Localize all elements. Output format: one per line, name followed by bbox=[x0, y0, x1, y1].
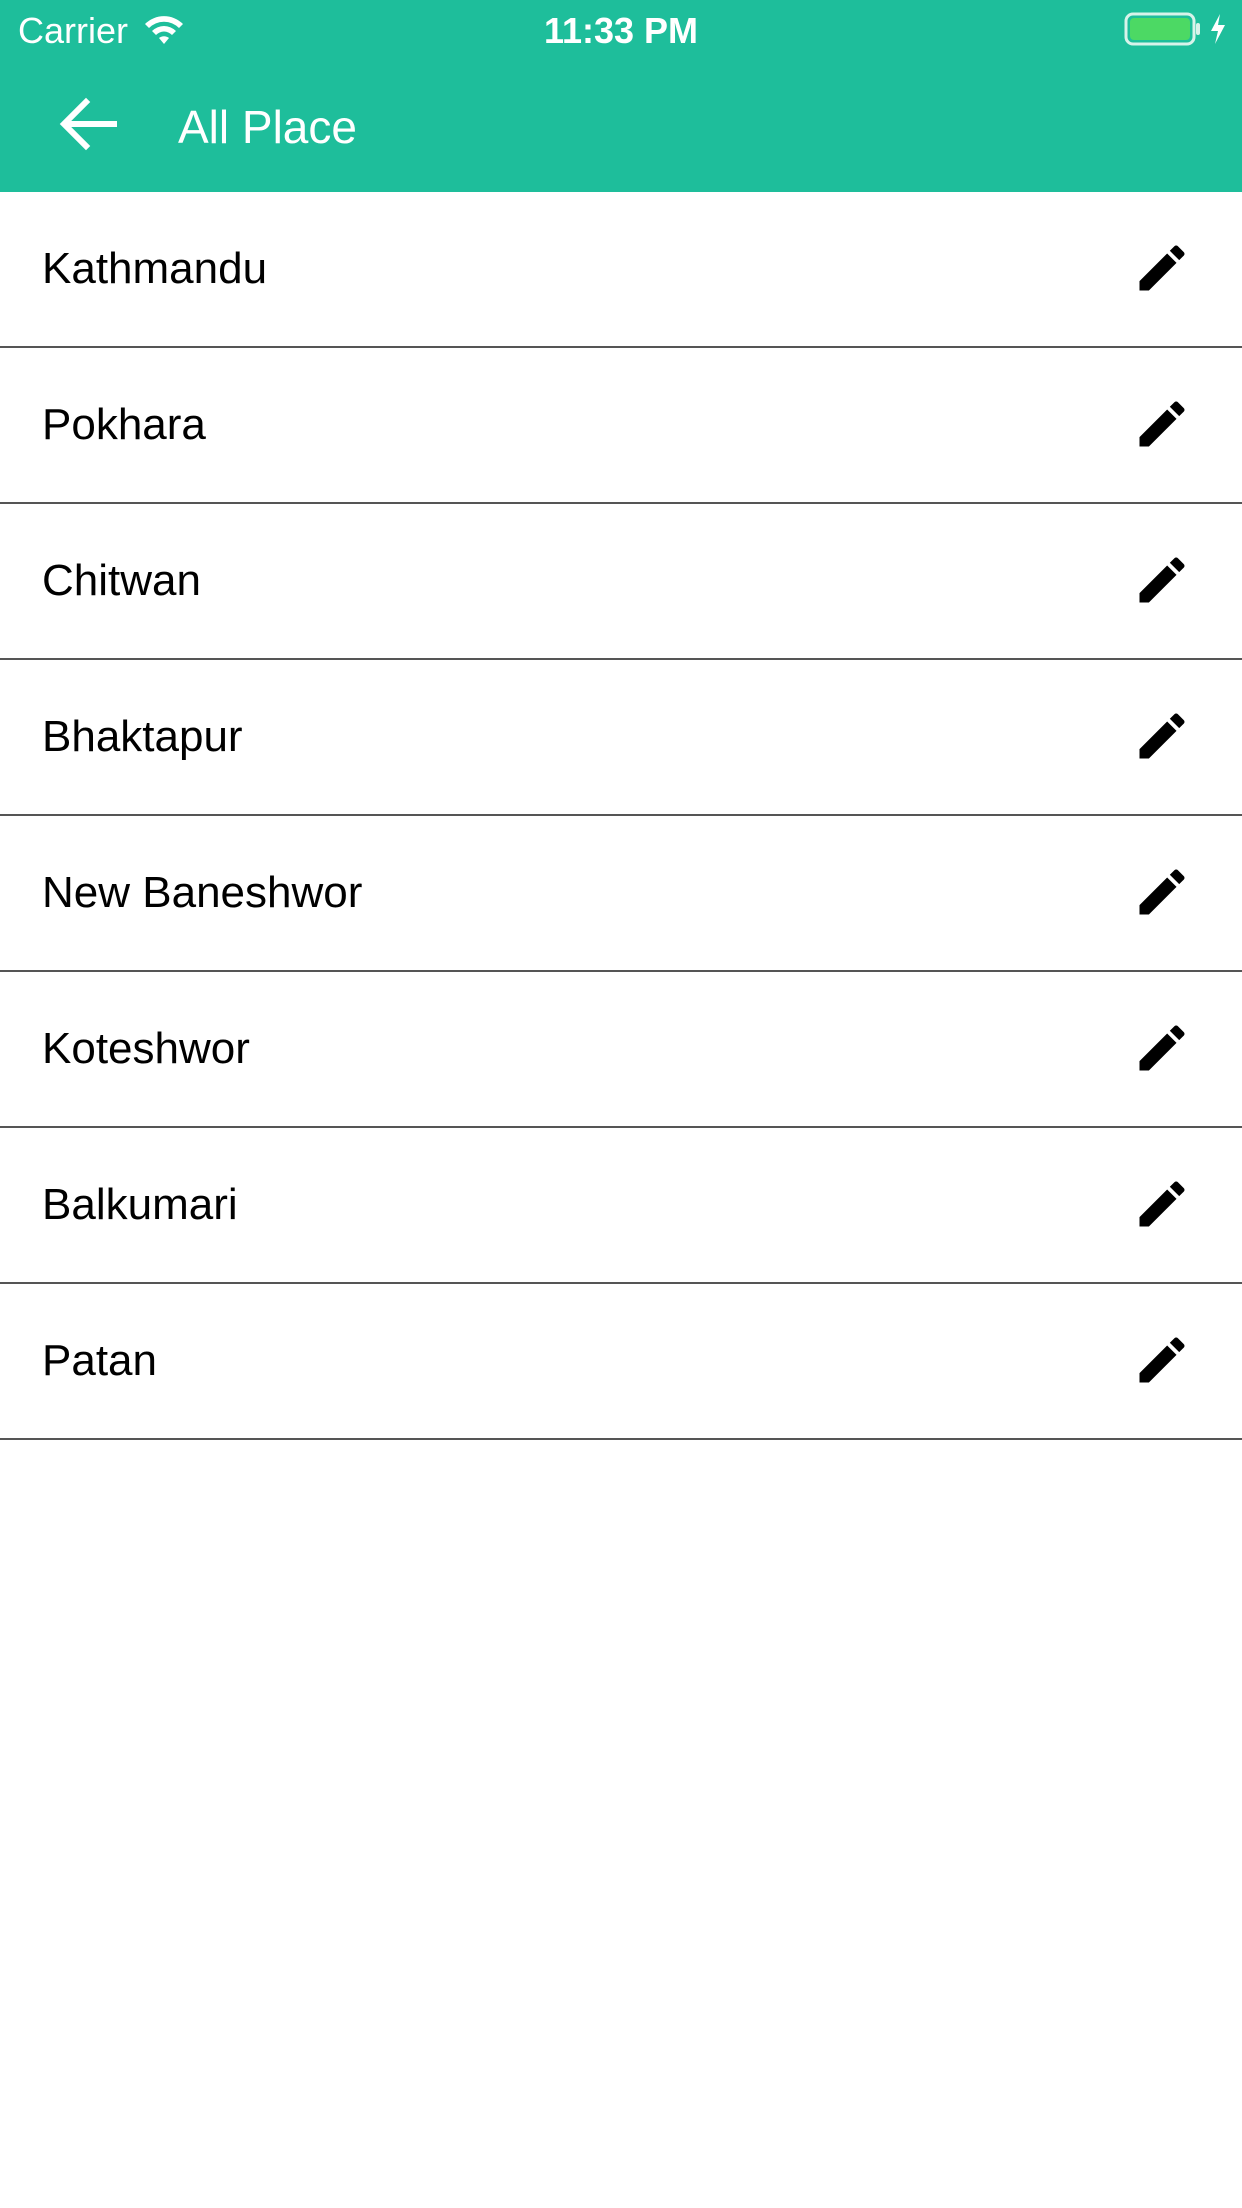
page-title: All Place bbox=[178, 101, 357, 153]
edit-pencil-icon bbox=[1132, 238, 1192, 303]
list-item-patan[interactable]: Patan bbox=[0, 1284, 1242, 1440]
app-bar: All Place bbox=[0, 62, 1242, 192]
edit-pencil-icon bbox=[1132, 394, 1192, 459]
edit-pencil-icon bbox=[1132, 1174, 1192, 1239]
battery-icon bbox=[1124, 12, 1204, 51]
place-name: Pokhara bbox=[42, 400, 206, 449]
list-item-pokhara[interactable]: Pokhara bbox=[0, 348, 1242, 504]
charging-bolt-icon bbox=[1208, 12, 1228, 51]
edit-pencil-icon bbox=[1132, 706, 1192, 771]
edit-pencil-icon bbox=[1132, 1330, 1192, 1395]
place-name: Patan bbox=[42, 1336, 157, 1385]
place-name: Bhaktapur bbox=[42, 712, 243, 761]
edit-button[interactable] bbox=[1122, 856, 1202, 932]
back-button[interactable] bbox=[40, 86, 136, 166]
edit-pencil-icon bbox=[1132, 862, 1192, 927]
list-item-chitwan[interactable]: Chitwan bbox=[0, 504, 1242, 660]
place-name: Balkumari bbox=[42, 1180, 238, 1229]
list-item-koteshwor[interactable]: Koteshwor bbox=[0, 972, 1242, 1128]
place-list: Kathmandu Pokhara Chitwan Bhaktapur New … bbox=[0, 192, 1242, 1440]
place-name: Chitwan bbox=[42, 556, 201, 605]
edit-button[interactable] bbox=[1122, 1168, 1202, 1244]
edit-button[interactable] bbox=[1122, 388, 1202, 464]
edit-button[interactable] bbox=[1122, 700, 1202, 776]
arrow-back-icon bbox=[58, 96, 118, 157]
edit-button[interactable] bbox=[1122, 232, 1202, 308]
battery-indicator bbox=[1124, 12, 1228, 51]
status-bar: Carrier 11:33 PM bbox=[0, 0, 1242, 62]
edit-pencil-icon bbox=[1132, 1018, 1192, 1083]
list-item-bhaktapur[interactable]: Bhaktapur bbox=[0, 660, 1242, 816]
place-name: Koteshwor bbox=[42, 1024, 250, 1073]
edit-button[interactable] bbox=[1122, 544, 1202, 620]
place-name: New Baneshwor bbox=[42, 868, 363, 917]
edit-button[interactable] bbox=[1122, 1012, 1202, 1088]
list-item-balkumari[interactable]: Balkumari bbox=[0, 1128, 1242, 1284]
list-item-kathmandu[interactable]: Kathmandu bbox=[0, 192, 1242, 348]
edit-pencil-icon bbox=[1132, 550, 1192, 615]
place-name: Kathmandu bbox=[42, 244, 268, 293]
status-time: 11:33 PM bbox=[543, 10, 699, 51]
list-item-new-baneshwor[interactable]: New Baneshwor bbox=[0, 816, 1242, 972]
edit-button[interactable] bbox=[1122, 1324, 1202, 1400]
